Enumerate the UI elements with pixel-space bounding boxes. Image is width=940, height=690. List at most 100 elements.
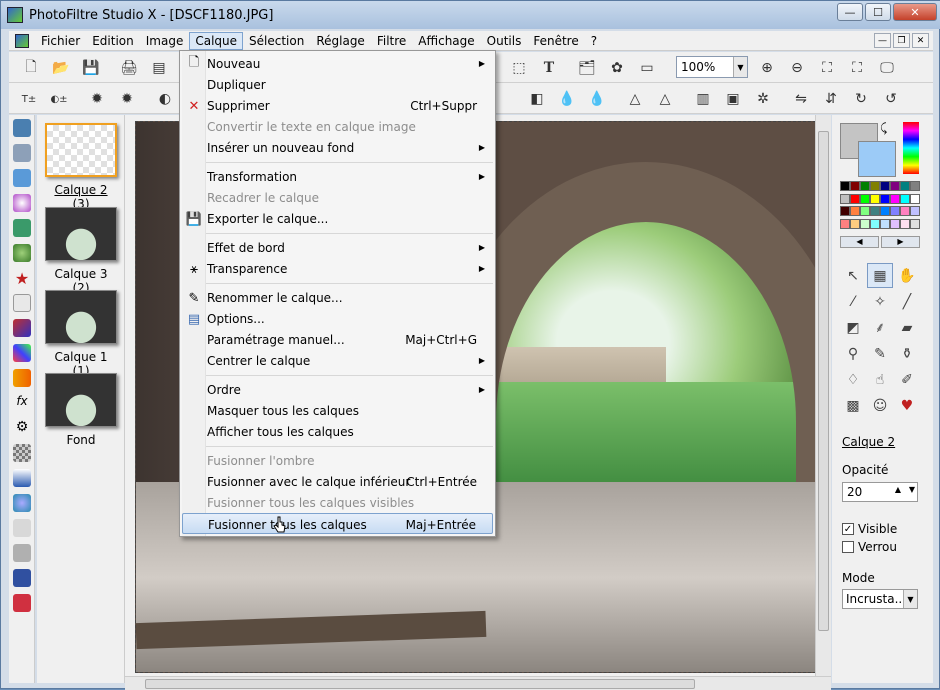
selection-icon[interactable]: ⬚ xyxy=(509,58,529,78)
menu-edition[interactable]: Edition xyxy=(86,32,140,50)
advanced-brush-icon[interactable]: ✎ xyxy=(867,341,893,366)
save-icon[interactable]: 💾 xyxy=(81,58,101,78)
brush-icon[interactable]: ⚲ xyxy=(840,341,866,366)
menu-item-exporter[interactable]: 💾 Exporter le calque... xyxy=(182,208,493,229)
explorer-icon[interactable]: 🗂 xyxy=(577,58,597,78)
pattern-icon[interactable]: ⚙ xyxy=(13,419,31,437)
checkbox-box[interactable]: ✓ xyxy=(842,523,854,535)
menu-item-effet-bord[interactable]: Effet de bord ▶ xyxy=(182,237,493,258)
fit-image-icon[interactable]: ⛶ xyxy=(847,58,867,78)
spin-down-icon[interactable]: ▼ xyxy=(909,485,915,494)
print-preview-icon[interactable] xyxy=(13,519,31,537)
menu-calque[interactable]: Calque xyxy=(189,31,244,50)
page-icon[interactable] xyxy=(13,294,31,312)
menu-item-transformation[interactable]: Transformation ▶ xyxy=(182,166,493,187)
color-palette[interactable] xyxy=(840,181,920,231)
star-icon[interactable]: ★ xyxy=(13,269,31,288)
blend-mode-select[interactable]: Incrusta... ▼ xyxy=(842,589,918,609)
mdi-minimize-icon[interactable]: — xyxy=(874,33,891,48)
close-button[interactable]: ✕ xyxy=(893,3,937,21)
spin-up-icon[interactable]: ▲ xyxy=(895,485,901,494)
screen-icon[interactable] xyxy=(13,544,31,562)
blur-drop-icon[interactable]: ♢ xyxy=(840,367,866,392)
auto-contrast-icon[interactable]: T± xyxy=(19,89,39,109)
menu-reglage[interactable]: Réglage xyxy=(310,32,371,50)
menu-item-inserer-fond[interactable]: Insérer un nouveau fond ▶ xyxy=(182,137,493,158)
sharpen-icon[interactable]: △ xyxy=(625,89,645,109)
chevron-down-icon[interactable]: ▼ xyxy=(903,590,917,608)
menu-item-ordre[interactable]: Ordre ▶ xyxy=(182,379,493,400)
pipette-brush-icon[interactable]: ✐ xyxy=(894,367,920,392)
pointer-icon[interactable]: ↖ xyxy=(840,263,866,288)
menu-item-transparence[interactable]: ⚹ Transparence ▶ xyxy=(182,258,493,279)
menu-fichier[interactable]: Fichier xyxy=(35,32,86,50)
menu-item-masquer[interactable]: Masquer tous les calques xyxy=(182,400,493,421)
sharpen2-icon[interactable]: △ xyxy=(655,89,675,109)
stamp-icon[interactable]: ⚱ xyxy=(894,341,920,366)
menu-item-renommer[interactable]: ✎ Renommer le calque... xyxy=(182,287,493,308)
selection-tool-icon[interactable]: ▦ xyxy=(867,263,893,288)
line-icon[interactable]: ╱ xyxy=(894,289,920,314)
menu-item-fusionner-tous[interactable]: Fusionner tous les calques Maj+Entrée xyxy=(182,513,493,534)
sphere-icon[interactable] xyxy=(13,194,31,212)
chevron-down-icon[interactable]: ▼ xyxy=(733,57,747,77)
eraser-icon[interactable]: ▰ xyxy=(894,315,920,340)
print-icon[interactable]: 🖨 xyxy=(119,58,139,78)
calculator-icon[interactable] xyxy=(13,119,31,137)
mdi-close-icon[interactable]: ✕ xyxy=(912,33,929,48)
lock-checkbox[interactable]: Verrou xyxy=(842,540,897,554)
effect-icon[interactable]: ✲ xyxy=(753,89,773,109)
new-file-icon[interactable]: 🗋 xyxy=(21,58,41,78)
contrast-icon[interactable]: ◐ xyxy=(155,89,175,109)
menu-item-nouveau[interactable]: 🗋 Nouveau ▶ xyxy=(182,53,493,74)
gradient-fill-icon[interactable] xyxy=(13,369,31,387)
open-folder-icon[interactable]: 📂 xyxy=(51,58,71,78)
menu-item-dupliquer[interactable]: Dupliquer xyxy=(182,74,493,95)
menu-item-parametrage[interactable]: Paramétrage manuel... Maj+Ctrl+G xyxy=(182,329,493,350)
spray-icon[interactable]: ⸙ xyxy=(867,315,893,340)
texture-icon[interactable] xyxy=(13,319,31,337)
layer-thumbnail[interactable] xyxy=(45,123,117,177)
layer-thumbnail[interactable] xyxy=(45,207,117,261)
swap-colors-icon[interactable]: ⤹ xyxy=(880,121,887,136)
layer-thumbnail[interactable] xyxy=(45,290,117,344)
menu-item-centrer[interactable]: Centrer le calque ▶ xyxy=(182,350,493,371)
film-icon[interactable] xyxy=(13,144,31,162)
plugin-icon[interactable]: ✿ xyxy=(607,58,627,78)
horizontal-scrollbar[interactable] xyxy=(125,676,831,690)
menu-item-options[interactable]: ▤ Options... xyxy=(182,308,493,329)
checkbox-box[interactable] xyxy=(842,541,854,553)
layer-name-link[interactable]: Calque 2 xyxy=(842,435,895,449)
menu-item-afficher[interactable]: Afficher tous les calques xyxy=(182,421,493,442)
smudge-icon[interactable]: ☝ xyxy=(867,367,893,392)
histogram-icon[interactable] xyxy=(13,469,31,487)
vertical-scrollbar[interactable] xyxy=(815,115,831,676)
scroll-thumb[interactable] xyxy=(818,131,829,631)
window-icon[interactable]: ▭ xyxy=(637,58,657,78)
camera-icon[interactable] xyxy=(13,219,31,237)
palette-next-icon[interactable]: ▶ xyxy=(881,236,920,248)
flip-h-icon[interactable]: ⇋ xyxy=(791,89,811,109)
auto-color-icon[interactable]: ◐± xyxy=(49,89,69,109)
floppy-2000-icon[interactable] xyxy=(13,569,31,587)
background-color-swatch[interactable] xyxy=(858,141,896,177)
opacity-stepper[interactable]: 20 ▲ ▼ xyxy=(842,482,918,502)
circle-icon[interactable] xyxy=(13,494,31,512)
eyedropper-icon[interactable]: ⁄ xyxy=(840,289,866,314)
visible-checkbox[interactable]: ✓ Visible xyxy=(842,522,897,536)
globe-icon[interactable] xyxy=(13,244,31,262)
grid-icon[interactable]: ▩ xyxy=(840,393,866,418)
layer-calque-2[interactable]: Calque 2 (3) xyxy=(45,123,117,211)
menu-outils[interactable]: Outils xyxy=(481,32,528,50)
mdi-restore-icon[interactable]: ❐ xyxy=(893,33,910,48)
hand-icon[interactable]: ✋ xyxy=(894,263,920,288)
menu-help[interactable]: ? xyxy=(585,32,603,50)
color-bars-icon[interactable]: ▥ xyxy=(693,89,713,109)
brightness-minus-icon[interactable]: ✹ xyxy=(87,89,107,109)
gradient-icon[interactable]: ◧ xyxy=(527,89,547,109)
document-icon[interactable] xyxy=(15,33,29,48)
menu-image[interactable]: Image xyxy=(140,32,190,50)
menu-item-fusionner-inferieur[interactable]: Fusionner avec le calque inférieur Ctrl+… xyxy=(182,471,493,492)
zoom-in-icon[interactable]: ⊕ xyxy=(757,58,777,78)
menu-affichage[interactable]: Affichage xyxy=(412,32,480,50)
